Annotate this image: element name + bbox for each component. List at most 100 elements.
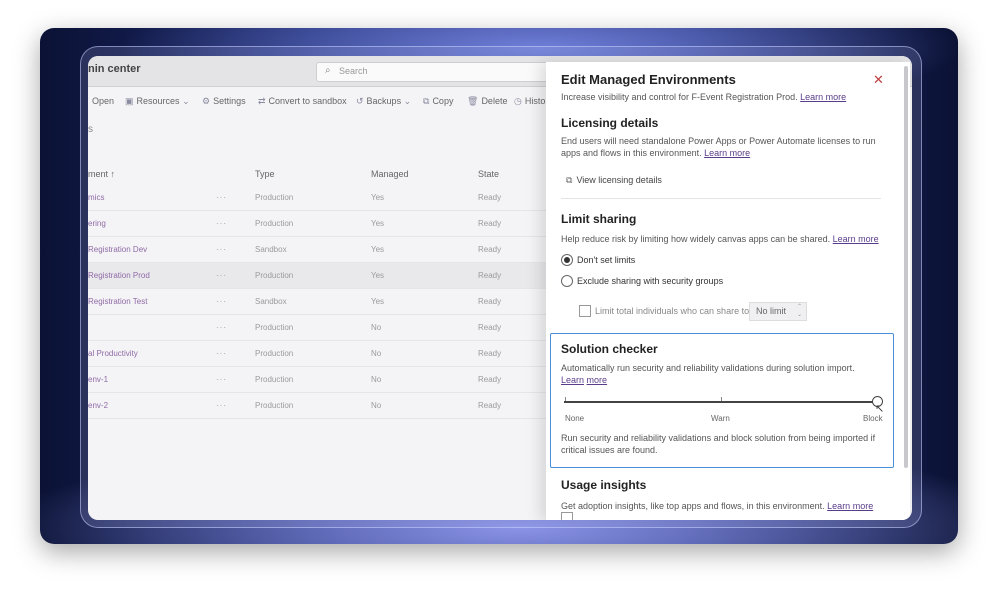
panel-subtitle: Increase visibility and control for F-Ev… (561, 92, 846, 102)
more-icon[interactable]: ··· (216, 323, 227, 332)
more-icon[interactable]: ··· (216, 349, 227, 358)
limit-value: No limit (756, 306, 787, 316)
table-row[interactable]: Registration Test ··· Sandbox Yes Ready (88, 289, 558, 315)
more-icon[interactable]: ··· (216, 193, 227, 202)
env-name[interactable]: al Productivity (88, 349, 138, 358)
panel-subtitle-text: Increase visibility and control for F-Ev… (561, 92, 798, 102)
env-managed: Yes (371, 271, 385, 280)
column-header-state[interactable]: State (478, 169, 499, 179)
delete-button[interactable]: 🗑 Delete (467, 96, 507, 107)
env-type: Production (255, 193, 294, 202)
table-row[interactable]: al Productivity ··· Production No Ready (88, 341, 558, 367)
backups-button[interactable]: ↺ Backups ⌄ (356, 96, 414, 107)
slider-label-warn: Warn (711, 414, 730, 423)
solution-learn-more-link-2[interactable]: more (587, 375, 608, 385)
env-name[interactable]: Registration Test (88, 297, 147, 306)
dont-set-limits-radio[interactable] (561, 254, 573, 266)
usage-learn-more-link[interactable]: Learn more (827, 501, 873, 511)
exclude-sharing-radio[interactable] (561, 275, 573, 287)
search-placeholder: Search (339, 66, 368, 76)
slider-label-block: Block (863, 414, 883, 423)
env-type: Production (255, 271, 294, 280)
more-icon[interactable]: ··· (216, 401, 227, 410)
table-row[interactable]: env-2 ··· Production No Ready (88, 393, 558, 419)
env-state: Ready (478, 271, 502, 280)
env-name[interactable]: mics (88, 193, 104, 202)
more-icon[interactable]: ··· (216, 219, 227, 228)
table-row[interactable]: mics ··· Production Yes Ready (88, 185, 558, 211)
limit-sharing-heading: Limit sharing (561, 212, 637, 226)
table-row[interactable]: env-1 ··· Production No Ready (88, 367, 558, 393)
env-name[interactable]: env-2 (88, 401, 108, 410)
copy-button[interactable]: ⧉ Copy (423, 96, 453, 107)
env-state: Ready (478, 375, 502, 384)
env-state: Ready (478, 297, 502, 306)
column-header-managed[interactable]: Managed (371, 169, 409, 179)
open-button[interactable]: Open (92, 96, 114, 106)
edit-managed-environments-panel: Edit Managed Environments ✕ Increase vis… (546, 62, 910, 520)
backups-label: Backups (366, 96, 402, 106)
backups-icon: ↺ (356, 96, 364, 106)
env-managed: No (371, 375, 382, 384)
resources-button[interactable]: ▣ Resources ⌄ (125, 96, 193, 107)
more-icon[interactable]: ··· (216, 245, 227, 254)
search-input[interactable]: ⌕ Search (316, 62, 578, 82)
solution-checker-description: Automatically run security and reliabili… (561, 363, 855, 373)
env-state: Ready (478, 245, 502, 254)
limit-sharing-description: Help reduce risk by limiting how widely … (561, 234, 831, 244)
more-icon[interactable]: ··· (216, 375, 227, 384)
slider-label-none: None (565, 414, 585, 423)
solution-checker-heading: Solution checker (561, 342, 658, 356)
history-button[interactable]: ◷ Histo (514, 96, 545, 107)
table-row[interactable]: ··· Production No Ready (88, 315, 558, 341)
table-row[interactable]: ering ··· Production Yes Ready (88, 211, 558, 237)
panel-scrollbar[interactable] (904, 66, 908, 468)
history-label: Histo (524, 96, 546, 106)
column-header-type[interactable]: Type (255, 169, 275, 179)
settings-button[interactable]: ⚙ Settings (202, 96, 246, 107)
app-title: nin center (88, 63, 141, 75)
env-type: Production (255, 375, 294, 384)
solution-learn-more-link[interactable]: Learn (561, 375, 584, 385)
env-state: Ready (478, 323, 502, 332)
limit-individuals-checkbox[interactable] (579, 305, 591, 317)
close-icon[interactable]: ✕ (873, 72, 884, 88)
env-managed: Yes (371, 297, 385, 306)
solution-checker-text: Automatically run security and reliabili… (561, 362, 876, 386)
env-type: Production (255, 401, 294, 410)
limit-stepper[interactable]: No limit ⌃ ⌄ (749, 302, 807, 321)
external-link-icon: ⧉ (566, 175, 573, 185)
more-icon[interactable]: ··· (216, 297, 227, 306)
copy-label: Copy (432, 96, 454, 106)
table-row-selected[interactable]: Registration Prod ··· Production Yes Rea… (88, 263, 558, 289)
env-name[interactable]: env-1 (88, 375, 108, 384)
learn-more-link[interactable]: Learn more (800, 92, 846, 102)
usage-insights-checkbox[interactable] (561, 512, 573, 520)
env-managed: No (371, 323, 382, 332)
table-row[interactable]: Registration Dev ··· Sandbox Yes Ready (88, 237, 558, 263)
env-managed: No (371, 401, 382, 410)
env-type: Production (255, 349, 294, 358)
limit-sharing-learn-more-link[interactable]: Learn more (833, 234, 879, 244)
env-type: Sandbox (255, 297, 287, 306)
convert-icon: ⇄ (258, 96, 266, 106)
solution-checker-slider-track[interactable] (564, 401, 880, 403)
licensing-learn-more-link[interactable]: Learn more (704, 148, 750, 158)
breadcrumb: s (88, 124, 93, 135)
more-icon[interactable]: ··· (216, 271, 227, 280)
view-licensing-details-button[interactable]: ⧉ View licensing details (566, 175, 662, 186)
env-name[interactable]: ering (88, 219, 106, 228)
copy-icon: ⧉ (423, 96, 430, 106)
env-managed: Yes (371, 219, 385, 228)
env-name[interactable]: Registration Dev (88, 245, 147, 254)
convert-to-sandbox-button[interactable]: ⇄ Convert to sandbox (258, 96, 347, 107)
env-name[interactable]: Registration Prod (88, 271, 150, 280)
dont-set-limits-label: Don't set limits (577, 255, 636, 265)
stepper-arrows-icon[interactable]: ⌃ ⌄ (797, 303, 802, 319)
section-divider (561, 198, 881, 199)
env-type: Production (255, 323, 294, 332)
usage-insights-description: Get adoption insights, like top apps and… (561, 501, 825, 511)
column-header-name[interactable]: ment ↑ (88, 169, 115, 179)
slider-tick-none (565, 397, 566, 401)
env-managed: No (371, 349, 382, 358)
